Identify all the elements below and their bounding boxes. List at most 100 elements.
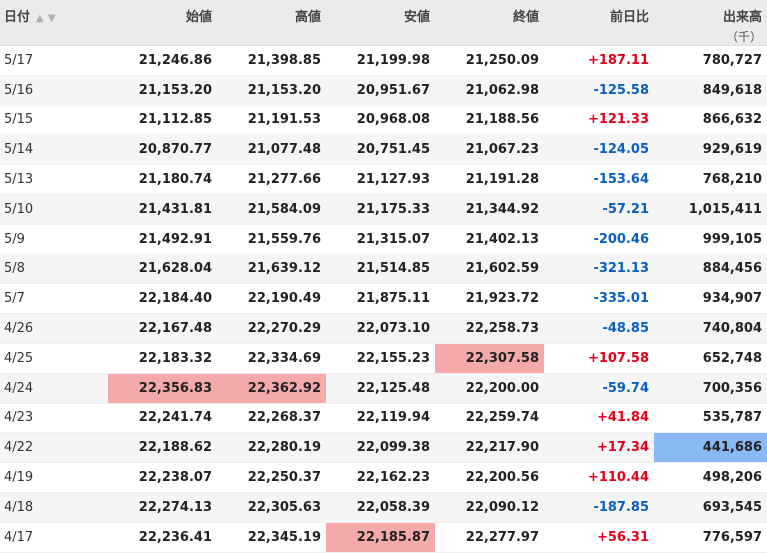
- cell-volume: 652,748: [654, 343, 767, 374]
- table-row: 5/8 21,628.04 21,639.12 21,514.85 21,602.59-…: [0, 254, 767, 285]
- cell-high: 21,398.85: [217, 45, 326, 76]
- cell-volume: 849,618: [654, 75, 767, 106]
- column-header-volume[interactable]: 出来高 （千）: [654, 0, 767, 46]
- cell-close: 21,062.98: [435, 75, 544, 106]
- cell-volume: 866,632: [654, 105, 767, 136]
- cell-change: +187.11: [544, 45, 654, 76]
- cell-change: -335.01: [544, 283, 654, 315]
- cell-high: 22,305.63: [217, 492, 326, 523]
- cell-open: 21,153.20: [108, 75, 217, 106]
- cell-close: 21,067.23: [435, 134, 544, 166]
- cell-date: 5/7: [0, 283, 108, 315]
- cell-close: 22,200.56: [435, 462, 544, 493]
- volume-header-label: 出来高: [722, 10, 762, 25]
- cell-close: 22,217.90: [435, 432, 544, 464]
- cell-high: 21,584.09: [217, 194, 326, 225]
- cell-change: -200.46: [544, 224, 654, 255]
- table-row: 4/19 22,238.07 22,250.37 22,162.23 22,200.56…: [0, 462, 767, 493]
- cell-low: 21,315.07: [326, 224, 435, 255]
- table-row: 4/23 22,241.74 22,268.37 22,119.94 22,259.74…: [0, 403, 767, 434]
- cell-close: 22,307.58: [435, 343, 544, 374]
- cell-open: 22,236.41: [108, 522, 217, 553]
- cell-low: 21,127.93: [326, 164, 435, 195]
- cell-high: 21,559.76: [217, 224, 326, 255]
- cell-low: 21,875.11: [326, 283, 435, 315]
- table-row: 5/10 21,431.81 21,584.09 21,175.33 21,344.92…: [0, 194, 767, 225]
- cell-high: 22,270.29: [217, 313, 326, 344]
- cell-low: 21,199.98: [326, 45, 435, 76]
- sort-arrows-icon[interactable]: ▲▼: [36, 13, 59, 24]
- cell-high: 22,362.92: [217, 373, 326, 404]
- cell-high: 22,268.37: [217, 403, 326, 434]
- cell-close: 21,602.59: [435, 254, 544, 285]
- cell-low: 21,175.33: [326, 194, 435, 225]
- cell-low: 22,073.10: [326, 313, 435, 344]
- cell-date: 4/25: [0, 343, 108, 374]
- cell-low: 22,119.94: [326, 403, 435, 434]
- cell-high: 21,277.66: [217, 164, 326, 195]
- cell-date: 5/13: [0, 164, 108, 195]
- cell-low: 22,155.23: [326, 343, 435, 374]
- cell-date: 4/17: [0, 522, 108, 553]
- cell-change: -48.85: [544, 313, 654, 344]
- cell-low: 22,125.48: [326, 373, 435, 404]
- cell-close: 22,277.97: [435, 522, 544, 553]
- cell-change: -59.74: [544, 373, 654, 404]
- column-header-date[interactable]: 日付 ▲▼: [0, 0, 108, 46]
- cell-high: 21,191.53: [217, 105, 326, 136]
- cell-change: -187.85: [544, 492, 654, 523]
- cell-change: -153.64: [544, 164, 654, 195]
- table-header: 日付 ▲▼ 始値 高値 安値 終値 前日比 出来高 （千）: [0, 0, 767, 46]
- cell-open: 21,431.81: [108, 194, 217, 225]
- cell-change: +107.58: [544, 343, 654, 374]
- low-header-label: 安値: [403, 10, 430, 25]
- cell-high: 21,639.12: [217, 254, 326, 285]
- cell-low: 20,951.67: [326, 75, 435, 106]
- column-header-high[interactable]: 高値: [217, 0, 326, 46]
- cell-date: 4/26: [0, 313, 108, 344]
- cell-low: 22,058.39: [326, 492, 435, 523]
- table-row: 4/22 22,188.62 22,280.19 22,099.38 22,217.90…: [0, 432, 767, 464]
- cell-volume: 768,210: [654, 164, 767, 195]
- cell-open: 21,628.04: [108, 254, 217, 285]
- cell-date: 4/23: [0, 403, 108, 434]
- column-header-low[interactable]: 安値: [326, 0, 435, 46]
- cell-low: 21,514.85: [326, 254, 435, 285]
- cell-close: 21,188.56: [435, 105, 544, 136]
- column-header-close[interactable]: 終値: [435, 0, 544, 46]
- cell-low: 22,099.38: [326, 432, 435, 464]
- cell-volume: 929,619: [654, 134, 767, 166]
- cell-volume: 700,356: [654, 373, 767, 404]
- cell-volume: 780,727: [654, 45, 767, 76]
- cell-open: 22,183.32: [108, 343, 217, 374]
- cell-high: 22,334.69: [217, 343, 326, 374]
- cell-change: +17.34: [544, 432, 654, 464]
- cell-high: 22,345.19: [217, 522, 326, 553]
- date-header-label: 日付: [4, 10, 31, 25]
- cell-high: 21,077.48: [217, 134, 326, 166]
- cell-open: 21,246.86: [108, 45, 217, 76]
- cell-open: 22,356.83: [108, 373, 217, 404]
- cell-high: 22,280.19: [217, 432, 326, 464]
- cell-volume: 535,787: [654, 403, 767, 434]
- volume-unit-label: （千）: [725, 30, 762, 44]
- column-header-open[interactable]: 始値: [108, 0, 217, 46]
- cell-volume: 776,597: [654, 522, 767, 553]
- cell-change: -57.21: [544, 194, 654, 225]
- cell-open: 22,241.74: [108, 403, 217, 434]
- cell-date: 4/19: [0, 462, 108, 493]
- high-header-label: 高値: [294, 10, 321, 25]
- cell-open: 22,238.07: [108, 462, 217, 493]
- cell-open: 21,492.91: [108, 224, 217, 255]
- cell-date: 5/17: [0, 45, 108, 76]
- cell-date: 5/15: [0, 105, 108, 136]
- cell-open: 22,274.13: [108, 492, 217, 523]
- table-row: 4/18 22,274.13 22,305.63 22,058.39 22,090.12…: [0, 492, 767, 523]
- column-header-change[interactable]: 前日比: [544, 0, 654, 46]
- table-row: 5/15 21,112.85 21,191.53 20,968.08 21,188.56…: [0, 105, 767, 136]
- cell-change: -124.05: [544, 134, 654, 166]
- cell-close: 21,191.28: [435, 164, 544, 195]
- cell-change: +121.33: [544, 105, 654, 136]
- cell-date: 4/22: [0, 432, 108, 464]
- cell-volume: 441,686: [654, 432, 767, 464]
